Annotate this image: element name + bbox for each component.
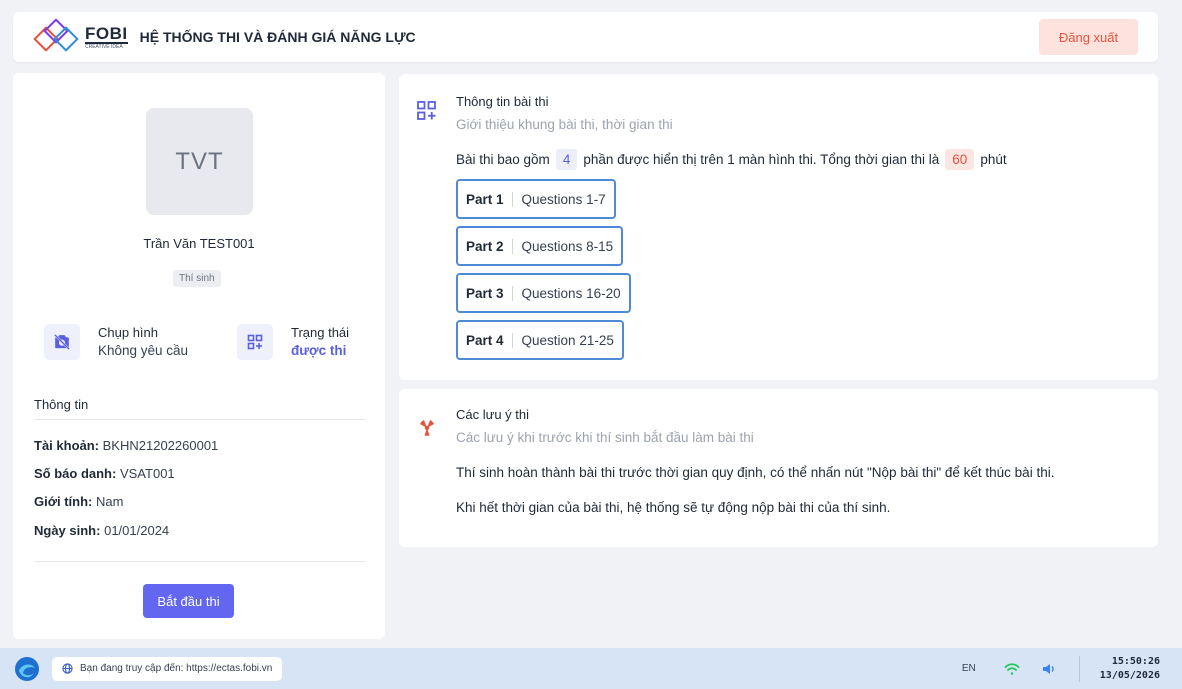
taskbar: Bạn đang truy cập đến: https://ectas.fob… bbox=[0, 648, 1182, 689]
avatar: TVT bbox=[146, 108, 253, 215]
candidate-number-row: Số báo danh: VSAT001 bbox=[34, 466, 175, 481]
url-text: Bạn đang truy cập đến: https://ectas.fob… bbox=[80, 663, 273, 674]
part-item-1: Part 1 Questions 1-7 bbox=[456, 179, 616, 219]
role-badge: Thí sinh bbox=[173, 270, 221, 287]
browser-icon[interactable] bbox=[14, 656, 40, 682]
summary-suffix: phút bbox=[980, 152, 1007, 167]
gender-label: Giới tính: bbox=[34, 494, 93, 509]
note-item: Khi hết thời gian của bài thi, hệ thống … bbox=[456, 500, 891, 515]
account-label: Tài khoản: bbox=[34, 438, 100, 453]
notes-subtitle: Các lưu ý khi trước khi thí sinh bắt đầu… bbox=[456, 430, 754, 445]
system-clock[interactable]: 15:50:26 13/05/2026 bbox=[1100, 655, 1160, 682]
dob-label: Ngày sinh: bbox=[34, 523, 101, 538]
part-questions: Questions 1-7 bbox=[521, 191, 606, 207]
radiation-icon bbox=[420, 420, 434, 436]
logo-text: FOBI bbox=[85, 23, 128, 44]
part-questions: Questions 16-20 bbox=[521, 285, 621, 301]
candidate-number-value: VSAT001 bbox=[119, 466, 175, 481]
exam-info-subtitle: Giới thiệu khung bài thi, thời gian thi bbox=[456, 117, 673, 132]
exam-status: Trạng thái được thi bbox=[237, 324, 349, 360]
part-name: Part 4 bbox=[466, 332, 513, 348]
account-value: BKHN21202260001 bbox=[102, 438, 219, 453]
part-item-2: Part 2 Questions 8-15 bbox=[456, 226, 624, 266]
note-item: Thí sinh hoàn thành bài thi trước thời g… bbox=[456, 465, 1055, 480]
exam-info-card: Thông tin bài thi Giới thiệu khung bài t… bbox=[399, 74, 1158, 380]
dob-value: 01/01/2024 bbox=[104, 523, 170, 538]
candidate-name: Trần Văn TEST001 bbox=[143, 236, 255, 251]
volume-icon[interactable] bbox=[1042, 662, 1057, 676]
summary-prefix: Bài thi bao gồm bbox=[456, 152, 550, 167]
gender-value: Nam bbox=[95, 494, 124, 509]
exam-summary: Bài thi bao gồm 4 phần được hiển thị trê… bbox=[456, 149, 1007, 170]
gender-row: Giới tính: Nam bbox=[34, 494, 123, 509]
info-section-title: Thông tin bbox=[34, 397, 89, 412]
notes-title: Các lưu ý thi bbox=[456, 407, 530, 422]
candidate-number-label: Số báo danh: bbox=[34, 466, 117, 481]
part-count-badge: 4 bbox=[555, 149, 578, 170]
grid-plus-icon bbox=[237, 324, 273, 360]
photo-value: Không yêu cầu bbox=[98, 342, 189, 358]
exam-info-title: Thông tin bài thi bbox=[456, 94, 549, 109]
part-item-4: Part 4 Question 21-25 bbox=[456, 320, 624, 360]
part-name: Part 1 bbox=[466, 191, 513, 207]
camera-off-icon bbox=[44, 324, 80, 360]
duration-badge: 60 bbox=[945, 149, 975, 170]
tray-separator bbox=[1078, 655, 1080, 682]
part-item-3: Part 3 Questions 16-20 bbox=[456, 273, 631, 313]
clock-time: 15:50:26 bbox=[1111, 656, 1160, 667]
status-label: Trạng thái bbox=[291, 325, 350, 341]
divider bbox=[34, 561, 365, 562]
part-name: Part 2 bbox=[466, 238, 513, 254]
summary-middle: phần được hiển thị trên 1 màn hình thi. … bbox=[583, 152, 940, 167]
account-row: Tài khoản: BKHN21202260001 bbox=[34, 438, 218, 453]
exam-notes-card: Các lưu ý thi Các lưu ý khi trước khi th… bbox=[399, 389, 1158, 547]
status-value: được thi bbox=[291, 342, 347, 358]
globe-icon bbox=[62, 663, 73, 674]
dob-row: Ngày sinh: 01/01/2024 bbox=[34, 523, 169, 538]
divider bbox=[34, 419, 365, 420]
language-indicator[interactable]: EN bbox=[962, 663, 976, 674]
fobi-logo[interactable]: FOBI CREATIVE IDEA bbox=[33, 19, 128, 55]
url-indicator[interactable]: Bạn đang truy cập đến: https://ectas.fob… bbox=[52, 656, 283, 681]
part-questions: Question 21-25 bbox=[521, 332, 614, 348]
logo-diamonds-icon bbox=[33, 19, 79, 52]
grid-plus-icon bbox=[417, 101, 436, 120]
logo-subtext: CREATIVE IDEA bbox=[85, 43, 123, 50]
photo-label: Chụp hình bbox=[98, 325, 158, 341]
app-title: HỆ THỐNG THI VÀ ĐÁNH GIÁ NĂNG LỰC bbox=[139, 29, 416, 45]
wifi-icon[interactable] bbox=[1004, 662, 1020, 676]
top-bar: FOBI CREATIVE IDEA HỆ THỐNG THI VÀ ĐÁNH … bbox=[13, 12, 1158, 62]
photo-requirement: Chụp hình Không yêu cầu bbox=[44, 324, 188, 360]
logout-button[interactable]: Đăng xuất bbox=[1039, 19, 1138, 55]
part-questions: Questions 8-15 bbox=[521, 238, 614, 254]
clock-date: 13/05/2026 bbox=[1099, 669, 1160, 681]
start-exam-button[interactable]: Bắt đầu thi bbox=[143, 584, 234, 618]
candidate-profile-card: TVT Trần Văn TEST001 Thí sinh Chụp hình … bbox=[13, 73, 385, 639]
part-name: Part 3 bbox=[466, 285, 513, 301]
system-tray: EN 15:50:26 13/05/2026 bbox=[962, 655, 1182, 682]
